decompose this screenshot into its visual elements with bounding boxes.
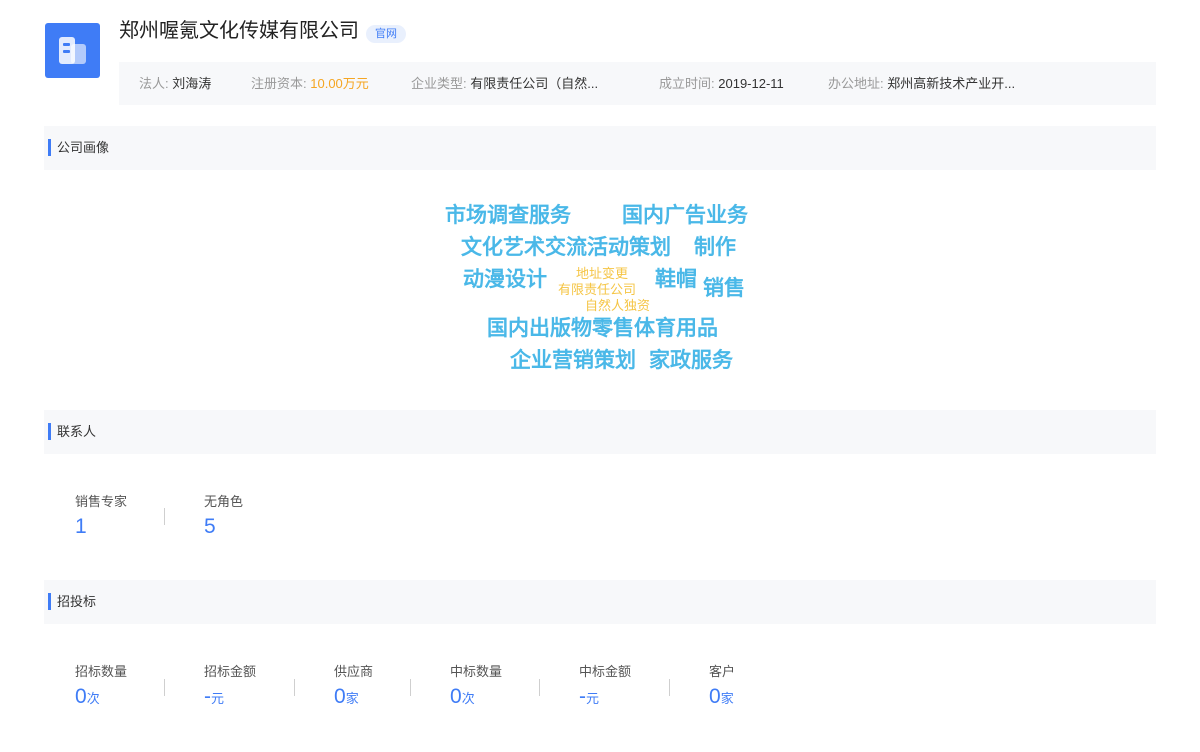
info-legal-person: 法人: 刘海涛 <box>139 62 211 105</box>
stat-divider <box>669 679 670 696</box>
info-key: 注册资本: <box>251 76 307 91</box>
info-key: 企业类型: <box>411 76 467 91</box>
section-title: 公司画像 <box>57 140 110 155</box>
info-key: 法人: <box>139 76 169 91</box>
stat-value: 5 <box>204 515 216 538</box>
bid-stat-tender-amount[interactable]: 招标金额 -元 <box>204 664 256 711</box>
cloud-word: 鞋帽 <box>655 268 697 291</box>
section-accent-bar <box>48 139 51 156</box>
info-value: 10.00万元 <box>310 76 369 91</box>
stat-divider <box>539 679 540 696</box>
stat-value: - <box>579 685 586 708</box>
bid-stat-supplier[interactable]: 供应商 0家 <box>334 664 373 711</box>
contact-stat-no-role[interactable]: 无角色 5 <box>204 494 243 539</box>
cloud-word: 国内出版物零售体育用品 <box>487 317 718 340</box>
stat-label: 无角色 <box>204 494 244 509</box>
section-company-portrait: 公司画像 <box>44 126 1156 170</box>
stat-unit: 家 <box>345 691 359 706</box>
stat-unit: 家 <box>720 691 734 706</box>
stat-value: 0 <box>75 685 87 708</box>
info-company-type: 企业类型: 有限责任公司（自然... <box>411 62 598 105</box>
cloud-word: 市场调查服务 <box>445 204 571 227</box>
cloud-word: 销售 <box>703 277 745 300</box>
stat-label: 销售专家 <box>75 494 128 509</box>
info-value: 郑州高新技术产业开... <box>887 76 1016 91</box>
info-key: 办公地址: <box>828 76 884 91</box>
stat-unit: 次 <box>86 691 100 706</box>
stat-label: 招标金额 <box>204 664 257 679</box>
word-cloud: 市场调查服务 国内广告业务 文化艺术交流活动策划 制作 动漫设计 地址变更 有限… <box>0 0 1200 752</box>
cloud-word: 国内广告业务 <box>622 204 748 227</box>
bid-stat-customer[interactable]: 客户 0家 <box>709 664 735 711</box>
stat-label: 中标数量 <box>450 664 503 679</box>
cloud-word: 企业营销策划 <box>510 349 636 372</box>
stat-unit: 元 <box>586 691 600 706</box>
stat-label: 招标数量 <box>75 664 128 679</box>
section-title: 招投标 <box>57 594 97 609</box>
stat-value: 0 <box>709 685 721 708</box>
info-office-address: 办公地址: 郑州高新技术产业开... <box>828 62 1015 105</box>
cloud-word: 制作 <box>694 236 736 259</box>
stat-divider <box>410 679 411 696</box>
stat-value: 0 <box>334 685 346 708</box>
stat-divider <box>164 679 165 696</box>
bid-stat-win-count[interactable]: 中标数量 0次 <box>450 664 502 711</box>
bid-stat-win-amount[interactable]: 中标金额 -元 <box>579 664 631 711</box>
company-info-bar: 法人: 刘海涛 注册资本: 10.00万元 企业类型: 有限责任公司（自然...… <box>119 62 1156 105</box>
section-accent-bar <box>48 593 51 610</box>
info-key: 成立时间: <box>659 76 715 91</box>
section-accent-bar <box>48 423 51 440</box>
cloud-word: 文化艺术交流活动策划 <box>461 236 671 259</box>
stat-label: 客户 <box>709 664 736 679</box>
info-value: 有限责任公司（自然... <box>470 76 599 91</box>
stat-unit: 次 <box>461 691 475 706</box>
official-site-badge[interactable]: 官网 <box>366 25 406 43</box>
building-icon <box>59 37 86 64</box>
info-registered-capital: 注册资本: 10.00万元 <box>251 62 369 105</box>
company-name: 郑州喔氪文化传媒有限公司 <box>119 20 359 42</box>
cloud-word: 动漫设计 <box>463 268 547 291</box>
info-established-date: 成立时间: 2019-12-11 <box>659 62 784 105</box>
stat-label: 中标金额 <box>579 664 632 679</box>
stat-value: 1 <box>75 515 87 538</box>
stat-unit: 元 <box>211 691 225 706</box>
stat-divider <box>164 508 165 525</box>
info-value: 刘海涛 <box>172 76 212 91</box>
stat-value: 0 <box>450 685 462 708</box>
stat-divider <box>294 679 295 696</box>
stat-value: - <box>204 685 211 708</box>
company-logo <box>45 23 100 78</box>
bid-stat-tender-count[interactable]: 招标数量 0次 <box>75 664 127 711</box>
info-value: 2019-12-11 <box>718 76 784 91</box>
stat-label: 供应商 <box>334 664 374 679</box>
contact-stat-sales-expert[interactable]: 销售专家 1 <box>75 494 127 539</box>
section-bidding: 招投标 <box>44 580 1156 624</box>
cloud-word: 家政服务 <box>649 349 733 372</box>
section-title: 联系人 <box>57 424 97 439</box>
section-contacts: 联系人 <box>44 410 1156 454</box>
